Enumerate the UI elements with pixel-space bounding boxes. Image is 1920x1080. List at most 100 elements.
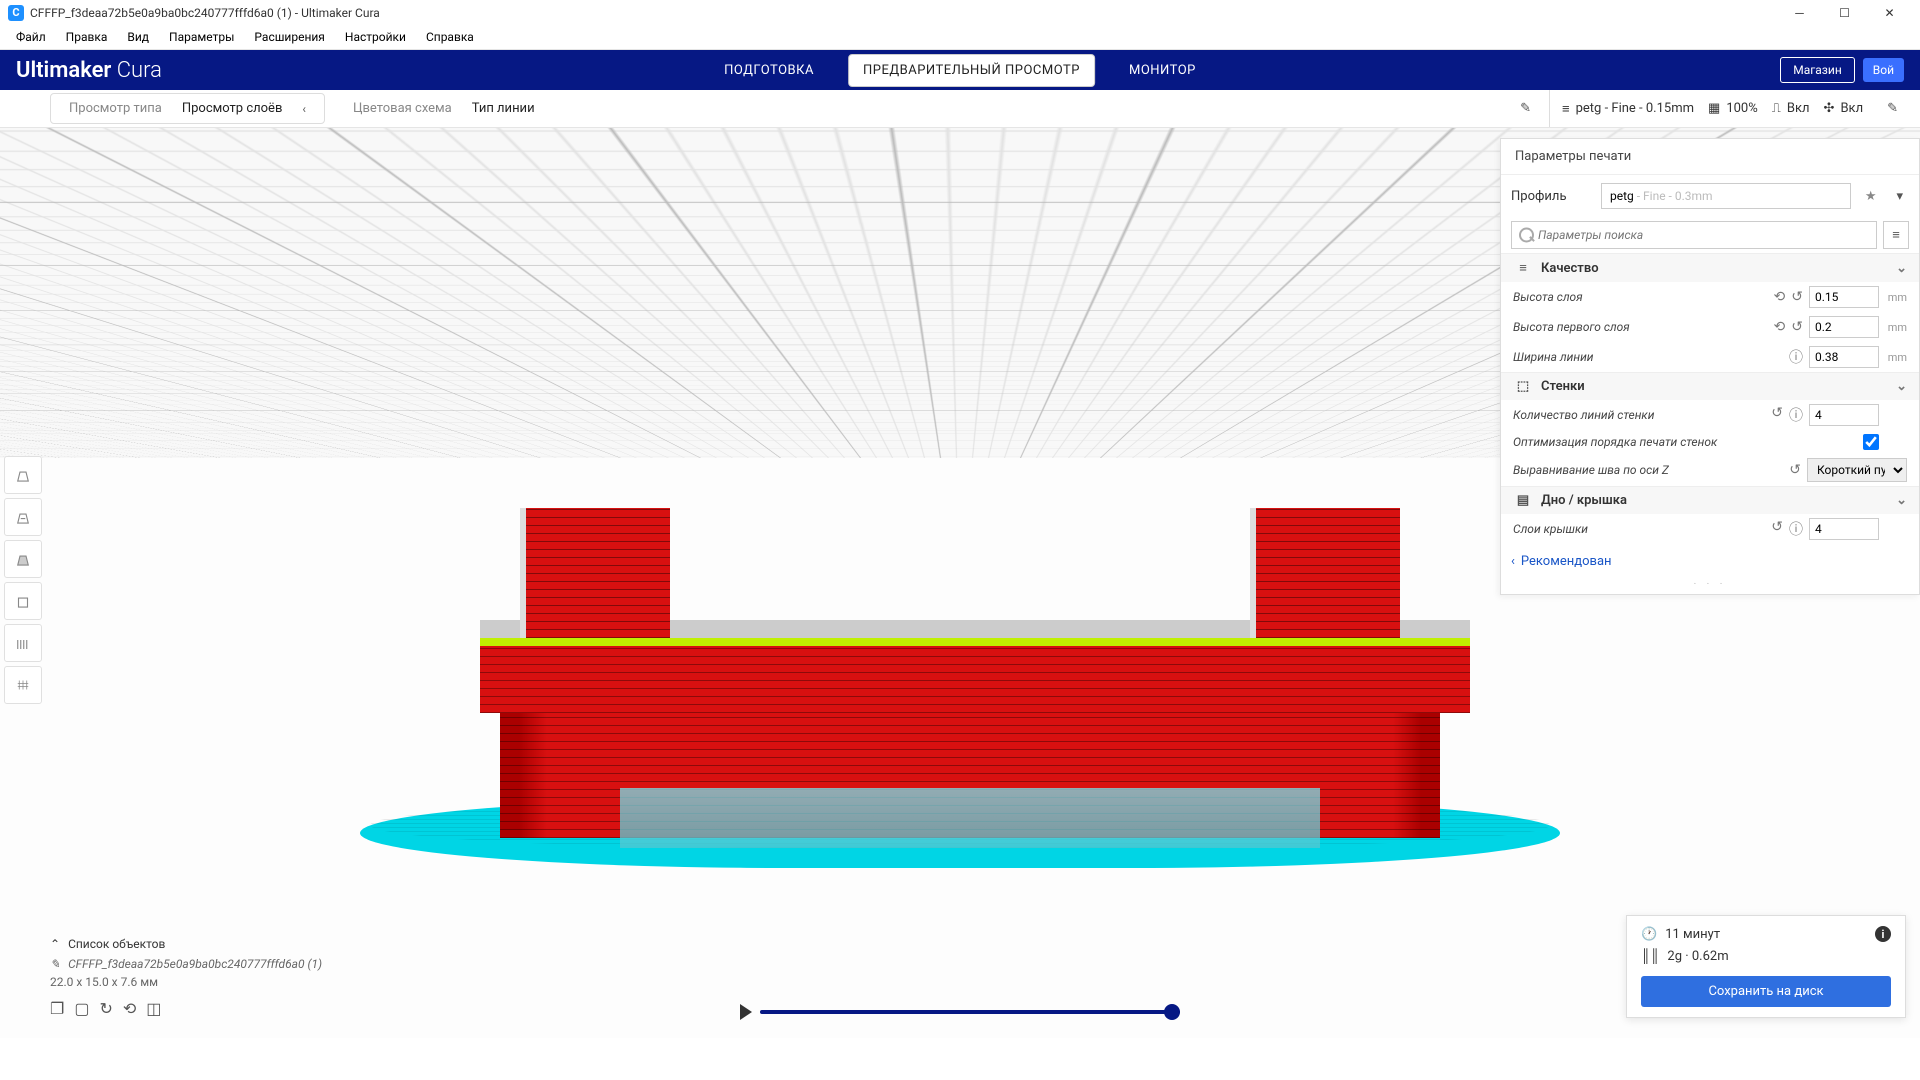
object-dimensions: 22.0 x 15.0 x 7.6 мм [50,975,322,989]
maximize-button[interactable]: ☐ [1822,0,1867,25]
minimize-button[interactable]: ─ [1777,0,1822,25]
stage-tab-prepare[interactable]: ПОДГОТОВКА [710,55,828,86]
pencil-icon[interactable]: ✎ [1877,101,1908,116]
print-time: 11 минут [1665,927,1720,942]
chevron-left-icon: ‹ [1511,554,1515,569]
view-tool-strip [4,456,42,704]
wall-line-count-input[interactable] [1809,404,1879,426]
slider-thumb[interactable] [1164,1004,1180,1020]
chevron-down-icon: ⌄ [1896,379,1907,394]
first-layer-height-input[interactable] [1809,316,1879,338]
app-icon: C [8,5,24,21]
pencil-icon[interactable]: ✎ [1510,101,1541,116]
stage-tabs: ПОДГОТОВКА ПРЕДВАРИТЕЛЬНЫЙ ПРОСМОТР МОНИ… [710,54,1210,87]
quality-icon: ≡ [1513,260,1533,276]
link-icon[interactable]: ⟲ [1774,319,1786,335]
reset-icon[interactable]: ↺ [1771,519,1783,539]
view-tool-helpers-icon[interactable] [4,540,42,578]
info-icon[interactable]: ⓘ [1789,347,1803,367]
save-to-disk-button[interactable]: Сохранить на диск [1641,976,1891,1007]
box-icon[interactable]: ▢ [74,999,89,1018]
color-scheme-selector[interactable]: Цветовая схема Тип линии ✎ [335,93,1549,124]
view-tool-starts-icon[interactable] [4,666,42,704]
window-titlebar: C CFFFP_f3deaa72b5e0a9ba0bc240777fffd6a0… [0,0,1920,25]
app-header: Ultimaker Cura ПОДГОТОВКА ПРЕДВАРИТЕЛЬНЫ… [0,50,1920,90]
menu-settings[interactable]: Параметры [159,27,244,47]
play-icon[interactable] [740,1004,752,1020]
view-type-label: Просмотр типа [59,101,172,116]
profile-label: Профиль [1511,189,1591,204]
hamburger-icon[interactable]: ≡ [1883,221,1909,249]
line-width-input[interactable] [1809,346,1879,368]
info-icon[interactable]: ⓘ [1789,405,1803,425]
color-scheme-value: Тип линии [462,101,545,116]
panel-resize-handle[interactable]: · · · [1501,579,1919,594]
chevron-down-icon[interactable]: ▾ [1890,189,1909,204]
info-icon[interactable]: ⓘ [1789,519,1803,539]
support-icon: ⎍ [1772,101,1781,116]
print-settings-summary[interactable]: ≡ petg - Fine - 0.15mm ▦ 100% ⎍ Вкл ✣ Вк… [1549,90,1920,127]
reset-icon[interactable]: ⟲ [123,999,136,1018]
section-top-bottom[interactable]: ▤ Дно / крышка ⌄ [1501,487,1919,514]
view-tool-shell-icon[interactable] [4,582,42,620]
panel-title: Параметры печати [1501,139,1919,175]
adhesion-icon: ✣ [1824,101,1835,116]
lines-icon: ≡ [1562,101,1570,117]
adhesion-summary: ✣ Вкл [1824,101,1864,116]
reset-icon[interactable]: ↺ [1791,319,1803,335]
object-list-item[interactable]: ✎ CFFFP_f3deaa72b5e0a9ba0bc240777fffd6a0… [50,957,322,971]
setting-layer-height: Высота слоя ⟲↺ mm [1501,282,1919,312]
top-layers-input[interactable] [1809,518,1879,540]
print-settings-panel: Параметры печати Профиль petg - Fine - 0… [1500,138,1920,595]
profile-summary: ≡ petg - Fine - 0.15mm [1562,101,1694,117]
star-icon[interactable]: ★ [1861,189,1881,204]
profile-dropdown[interactable]: petg - Fine - 0.3mm [1601,183,1851,209]
reset-icon[interactable]: ↺ [1771,405,1783,425]
chevron-down-icon: ⌄ [1896,261,1907,276]
settings-search-input[interactable] [1511,221,1877,249]
marketplace-button[interactable]: Магазин [1780,57,1855,83]
filament-icon: ║║ [1641,948,1659,964]
section-quality[interactable]: ≡ Качество ⌄ [1501,254,1919,282]
view-type-selector[interactable]: Просмотр типа Просмотр слоёв ‹ [50,93,325,124]
chevron-up-icon: ⌃ [50,937,60,951]
grid-icon: ▦ [1708,101,1720,116]
view-tool-infill-icon[interactable] [4,624,42,662]
simulation-slider[interactable] [740,1006,1180,1018]
login-button[interactable]: Вой [1863,58,1904,82]
slice-result-card: 🕐 11 минут i ║║ 2g · 0.62m Сохранить на … [1626,915,1906,1018]
setting-line-width: Ширина линии ⓘ mm [1501,342,1919,372]
menu-preferences[interactable]: Настройки [335,27,416,47]
view-icon[interactable]: ◫ [146,999,161,1018]
menu-view[interactable]: Вид [117,27,159,47]
top-bottom-icon: ▤ [1513,493,1533,508]
object-list-header[interactable]: ⌃ Список объектов [50,937,322,951]
rotate-icon[interactable]: ↻ [99,999,112,1018]
optimize-wall-order-checkbox[interactable] [1863,434,1879,450]
stage-tab-preview[interactable]: ПРЕДВАРИТЕЛЬНЫЙ ПРОСМОТР [848,54,1095,87]
menu-help[interactable]: Справка [416,27,484,47]
recommended-mode-button[interactable]: ‹ Рекомендован [1511,554,1909,569]
z-seam-select[interactable]: Короткий путь [1807,458,1907,482]
chevron-left-icon[interactable]: ‹ [292,102,316,116]
info-icon[interactable]: i [1875,926,1891,942]
preview-viewport[interactable]: Параметры печати Профиль petg - Fine - 0… [0,128,1920,1038]
view-tool-travel-icon[interactable] [4,498,42,536]
layer-height-input[interactable] [1809,286,1879,308]
cube-icon[interactable]: ❐ [50,999,64,1018]
chevron-down-icon: ⌄ [1896,493,1907,508]
menu-edit[interactable]: Правка [56,27,118,47]
reset-icon[interactable]: ↺ [1791,289,1803,305]
setting-first-layer-height: Высота первого слоя ⟲↺ mm [1501,312,1919,342]
view-tool-model-icon[interactable] [4,456,42,494]
reset-icon[interactable]: ↺ [1789,462,1801,478]
color-scheme-label: Цветовая схема [343,101,462,116]
section-walls[interactable]: ⬚ Стенки ⌄ [1501,373,1919,400]
link-icon[interactable]: ⟲ [1774,289,1786,305]
menu-file[interactable]: Файл [6,27,56,47]
stage-tab-monitor[interactable]: МОНИТОР [1115,55,1210,86]
view-type-value: Просмотр слоёв [172,101,293,116]
window-title: CFFFP_f3deaa72b5e0a9ba0bc240777fffd6a0 (… [30,6,380,20]
close-button[interactable]: ✕ [1867,0,1912,25]
menu-extensions[interactable]: Расширения [244,27,334,47]
